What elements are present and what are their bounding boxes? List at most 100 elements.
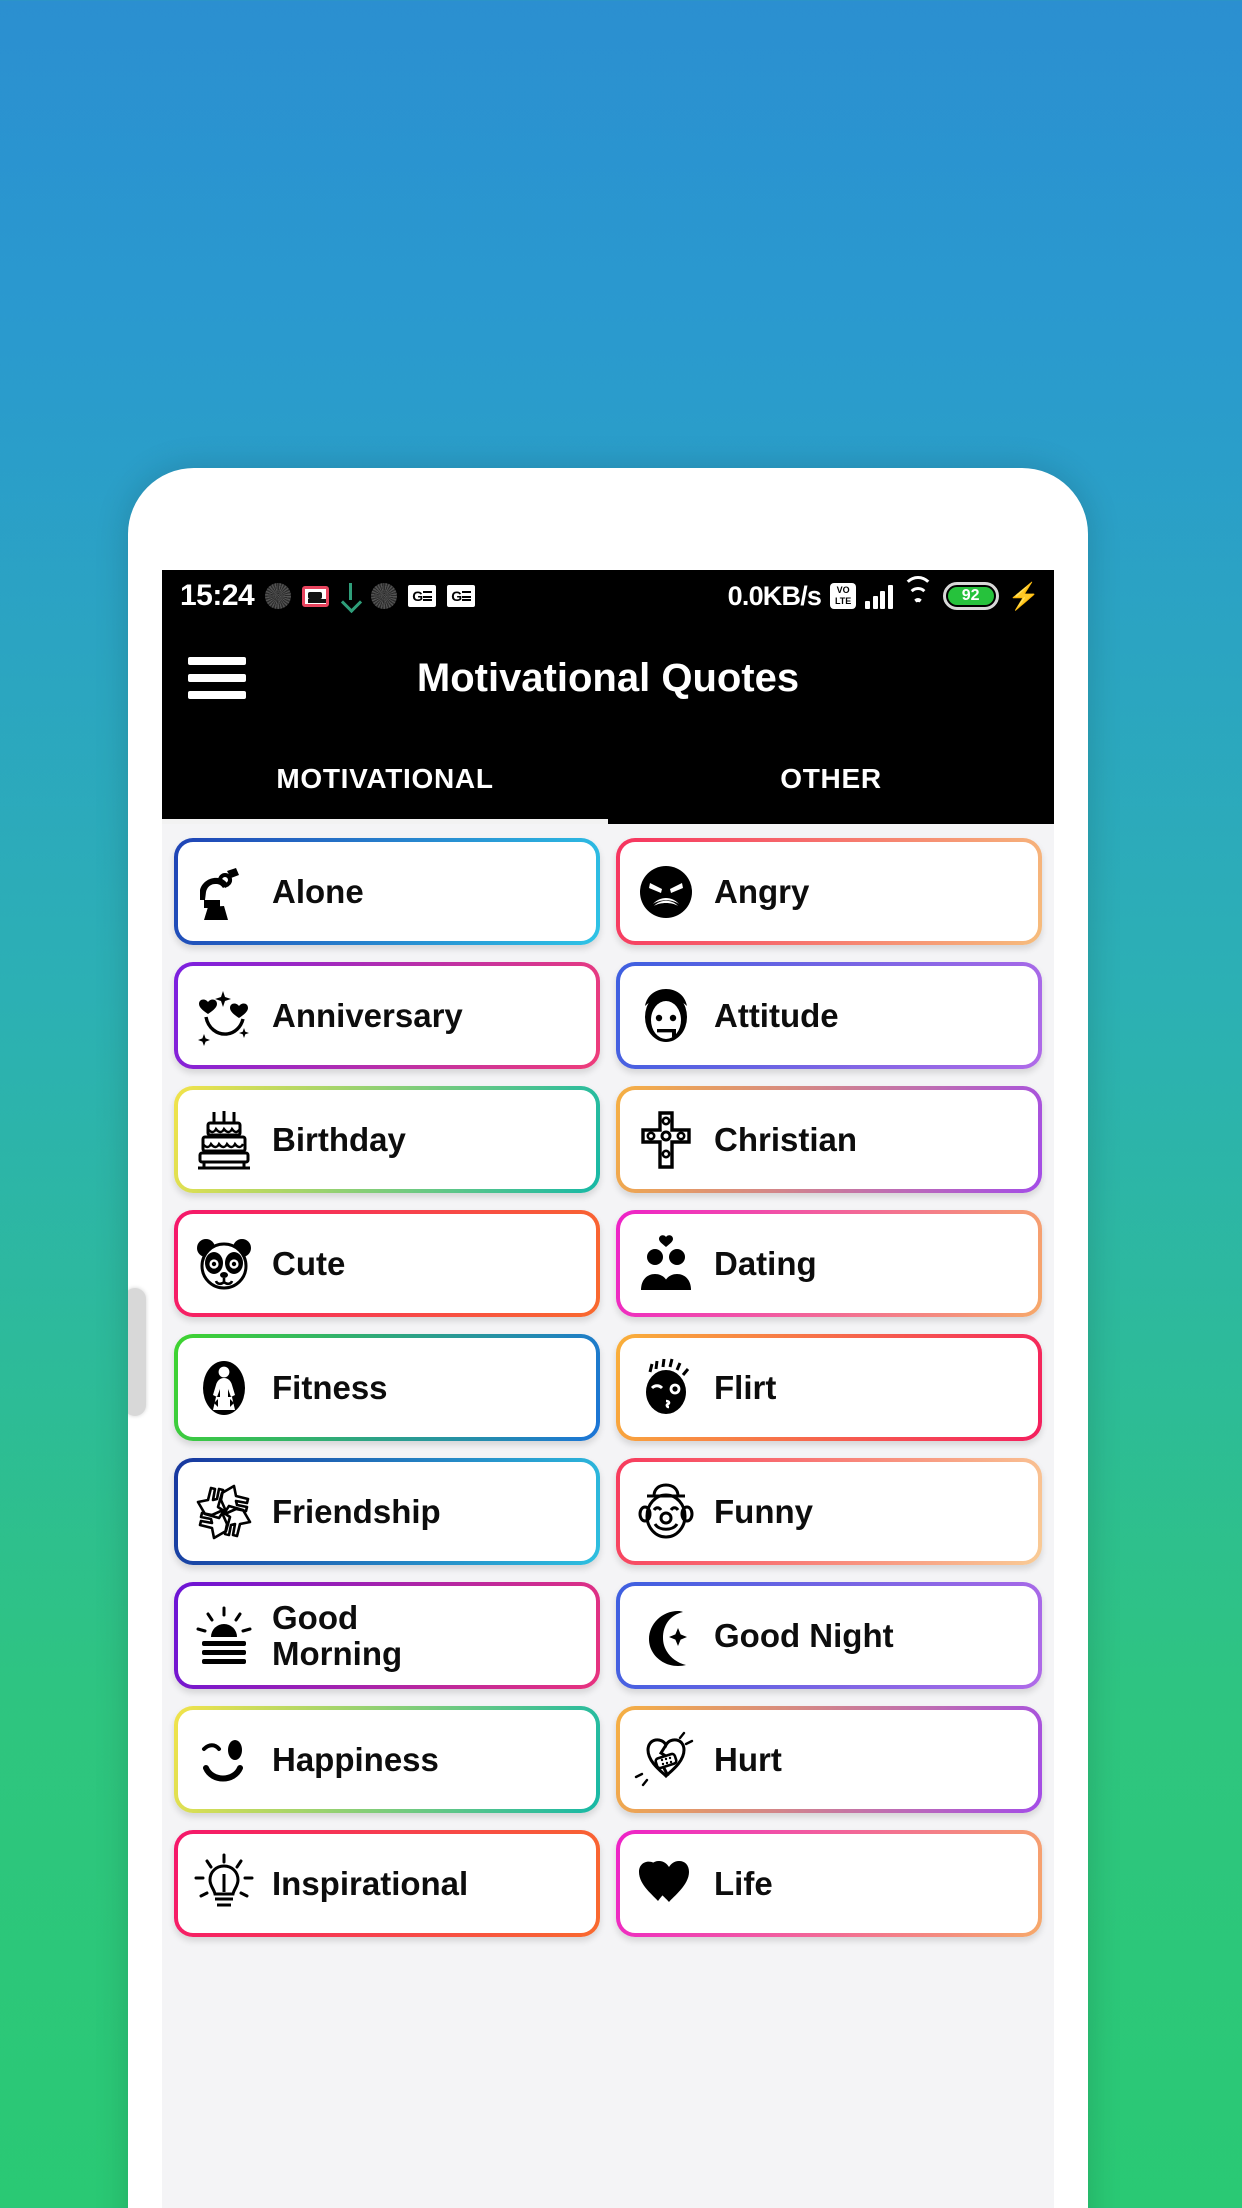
download-icon — [340, 583, 360, 609]
double-heart-icon — [632, 1850, 700, 1918]
category-label: Happiness — [272, 1740, 439, 1778]
status-clock: 15:24 — [180, 579, 255, 612]
category-card-inner: Good Morning — [178, 1586, 596, 1685]
tab-motivational[interactable]: MOTIVATIONAL — [162, 734, 608, 824]
category-label: Inspirational — [272, 1864, 469, 1902]
spinner-icon — [371, 583, 398, 609]
category-label: Friendship — [272, 1492, 441, 1530]
birthday-cake-icon — [190, 1106, 258, 1174]
category-card-inner: Birthday — [178, 1090, 596, 1189]
category-card-inner: Attitude — [620, 966, 1038, 1065]
winking-smiley-icon — [190, 1726, 258, 1794]
category-card[interactable]: Christian — [616, 1086, 1042, 1193]
category-label: Cute — [272, 1244, 346, 1282]
signal-icon — [865, 584, 893, 609]
category-card-inner: Flirt — [620, 1338, 1038, 1437]
category-label: Birthday — [272, 1120, 406, 1158]
category-label: Good Night — [714, 1616, 894, 1654]
battery-level-label: 92 — [947, 587, 994, 605]
panda-face-icon — [190, 1230, 258, 1298]
crescent-moon-star-icon — [632, 1602, 700, 1670]
battery-icon: 92 — [942, 582, 999, 610]
person-head-in-hands-icon — [190, 858, 258, 926]
category-card-inner: Funny — [620, 1462, 1038, 1561]
category-card[interactable]: Attitude — [616, 962, 1042, 1069]
hamburger-menu-icon[interactable] — [188, 652, 246, 704]
sunrise-icon — [190, 1602, 258, 1670]
category-label: Angry — [714, 872, 810, 910]
category-card[interactable]: Funny — [616, 1458, 1042, 1565]
category-card-inner: Life — [620, 1834, 1038, 1933]
category-card[interactable]: Good Night — [616, 1582, 1042, 1689]
category-card[interactable]: Good Morning — [174, 1582, 600, 1689]
lightbulb-idea-icon — [190, 1850, 258, 1918]
transit-icon — [302, 585, 330, 607]
category-card[interactable]: Dating — [616, 1210, 1042, 1317]
phone-frame: 15:24 G G 0.0KB/s VO LTE 92 ⚡ Motivation… — [128, 468, 1088, 2208]
category-card[interactable]: Flirt — [616, 1334, 1042, 1441]
edge-swipe-handle[interactable] — [128, 1288, 146, 1416]
category-label: Alone — [272, 872, 364, 910]
category-card-inner: Dating — [620, 1214, 1038, 1313]
category-card-inner: Good Night — [620, 1586, 1038, 1685]
category-card[interactable]: Cute — [174, 1210, 600, 1317]
category-card[interactable]: Anniversary — [174, 962, 600, 1069]
category-label: Good Morning — [272, 1598, 403, 1672]
category-card-inner: Angry — [620, 842, 1038, 941]
cool-face-icon — [632, 982, 700, 1050]
category-card[interactable]: Fitness — [174, 1334, 600, 1441]
category-card-inner: Anniversary — [178, 966, 596, 1065]
category-card[interactable]: Friendship — [174, 1458, 600, 1565]
wifi-icon — [901, 576, 934, 608]
category-card-inner: Friendship — [178, 1462, 596, 1561]
angry-face-icon — [632, 858, 700, 926]
category-card[interactable]: Hurt — [616, 1706, 1042, 1813]
category-card[interactable]: Life — [616, 1830, 1042, 1937]
tab-other[interactable]: OTHER — [608, 734, 1054, 824]
category-card-inner: Alone — [178, 842, 596, 941]
charging-bolt-icon: ⚡ — [1007, 581, 1040, 611]
category-card-inner: Hurt — [620, 1710, 1038, 1809]
category-label: Dating — [714, 1244, 817, 1282]
clown-face-icon — [632, 1478, 700, 1546]
couple-heart-icon — [632, 1230, 700, 1298]
status-bar: 15:24 G G 0.0KB/s VO LTE 92 ⚡ — [162, 570, 1054, 622]
phone-screen: 15:24 G G 0.0KB/s VO LTE 92 ⚡ Motivation… — [162, 570, 1054, 2208]
google-news-icon: G — [408, 585, 437, 607]
category-label: Hurt — [714, 1740, 782, 1778]
category-card[interactable]: Happiness — [174, 1706, 600, 1813]
category-card-inner: Cute — [178, 1214, 596, 1313]
volte-line-2: LTE — [834, 596, 852, 606]
category-label: Fitness — [272, 1368, 388, 1406]
sparkle-hearts-icon — [190, 982, 258, 1050]
category-card-inner: Happiness — [178, 1710, 596, 1809]
google-news-icon: G — [447, 585, 476, 607]
category-card-inner: Inspirational — [178, 1834, 596, 1933]
fitness-person-icon — [190, 1354, 258, 1422]
category-label: Funny — [714, 1492, 813, 1530]
spinner-icon — [265, 583, 292, 609]
volte-icon: VO LTE — [830, 583, 857, 609]
category-label: Life — [714, 1864, 773, 1902]
status-bar-right-group: 0.0KB/s VO LTE 92 ⚡ — [727, 576, 1040, 612]
tab-bar: MOTIVATIONAL OTHER — [162, 734, 1054, 824]
tab-active-indicator — [162, 819, 608, 824]
category-label: Flirt — [714, 1368, 777, 1406]
category-card[interactable]: Angry — [616, 838, 1042, 945]
category-grid: Alone Angry Anniversary Attitude Birthday Chr… — [162, 824, 1054, 1951]
status-bar-left-group: 15:24 G G — [180, 579, 728, 613]
category-card-inner: Fitness — [178, 1338, 596, 1437]
category-label: Attitude — [714, 996, 839, 1034]
four-hands-icon — [190, 1478, 258, 1546]
winking-kiss-face-icon — [632, 1354, 700, 1422]
app-bar: Motivational Quotes — [162, 622, 1054, 734]
page-title: Motivational Quotes — [416, 655, 800, 700]
cross-icon — [632, 1106, 700, 1174]
category-card[interactable]: Inspirational — [174, 1830, 600, 1937]
category-card[interactable]: Birthday — [174, 1086, 600, 1193]
broken-heart-bandage-icon — [632, 1726, 700, 1794]
category-card-inner: Christian — [620, 1090, 1038, 1189]
category-label: Christian — [714, 1120, 858, 1158]
network-speed-label: 0.0KB/s — [727, 580, 822, 611]
category-card[interactable]: Alone — [174, 838, 600, 945]
